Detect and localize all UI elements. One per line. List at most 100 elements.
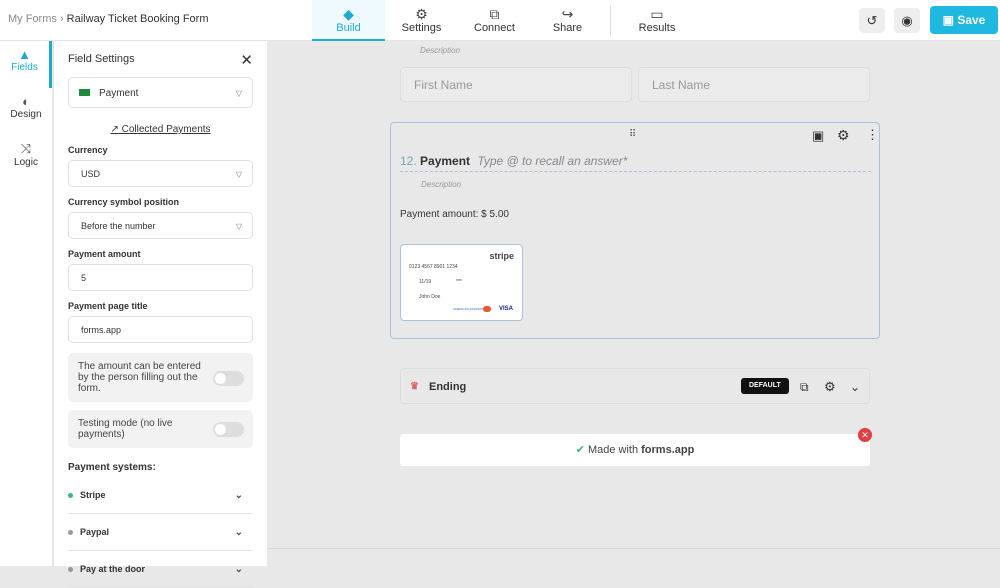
drag-handle-icon[interactable]: ⠿ (629, 129, 636, 140)
made-with-text: Made with (587, 444, 639, 456)
tab-label: Build (336, 22, 361, 34)
question-number: 12. (400, 154, 417, 168)
payment-question-card[interactable]: ⠿ ▣ ⚙ ⋮ 12. Payment Type @ to recall an … (390, 122, 880, 339)
share-icon: ↪ (561, 6, 574, 22)
stripe-logo: stripe (489, 251, 514, 261)
card-number: 0123 4567 8901 1234 (409, 264, 458, 270)
tab-results[interactable]: ▭ Results (617, 0, 697, 41)
ending-label: Ending (429, 381, 467, 393)
copy-icon[interactable]: ⧉ (800, 369, 809, 405)
image-icon[interactable]: ▣ (812, 128, 824, 144)
tab-label: Results (638, 22, 676, 34)
mastercard-logo (483, 306, 491, 312)
toggle-label: Testing mode (no live payments) (78, 418, 173, 440)
breadcrumb: My Forms › Railway Ticket Booking Form (8, 13, 209, 25)
symbol-position-select[interactable]: Before the number ▽ (68, 212, 253, 239)
currency-select[interactable]: USD ▽ (68, 160, 253, 187)
payment-system-stripe[interactable]: Stripe ⌄ (68, 477, 253, 514)
visa-logo: VISA (499, 306, 514, 312)
payment-amount-text: Payment amount: $ 5.00 (400, 209, 509, 220)
toggle-label: The amount can be entered by the person … (78, 361, 201, 394)
first-name-input[interactable]: First Name (400, 67, 632, 102)
field-settings-panel: Field Settings ✕ Payment ▽ ↗ Collected Pay… (54, 41, 267, 588)
tab-settings[interactable]: ⚙ Settings (385, 0, 458, 41)
caret-down-icon: ▽ (235, 222, 242, 231)
layers-icon: ◆ (343, 6, 354, 22)
trophy-icon: ♛ (410, 381, 419, 392)
gear-icon[interactable]: ⚙ (824, 369, 836, 405)
amount-input[interactable]: 5 (68, 264, 253, 291)
eye-icon: ◉ (901, 13, 913, 28)
rail-fields[interactable]: ▲ Fields (0, 41, 52, 88)
system-name: Paypal (80, 527, 110, 537)
rail-label: Logic (14, 157, 38, 168)
field-type-value: Payment (99, 88, 139, 99)
testing-mode-toggle[interactable] (213, 422, 244, 437)
brand-text: forms.app (641, 444, 695, 456)
tab-label: Connect (474, 22, 515, 34)
shuffle-icon: ⤨ (20, 141, 32, 156)
rail-logic[interactable]: ⤨ Logic (0, 135, 52, 182)
tab-label: Share (552, 22, 583, 34)
status-dot (68, 567, 73, 572)
gear-icon[interactable]: ⚙ (837, 127, 850, 144)
chevron-down-icon[interactable]: ⌄ (850, 369, 860, 405)
forms-app-logo-icon: ✔ (575, 444, 585, 456)
left-rail: ▲ Fields ◐ Design ⤨ Logic (0, 41, 53, 566)
description-text: Description (420, 46, 461, 55)
chevron-down-icon: ⌄ (234, 490, 243, 501)
rail-label: Design (10, 109, 42, 120)
card-exp: 11/19 (419, 279, 432, 285)
custom-amount-toggle[interactable] (213, 370, 244, 386)
status-dot (68, 493, 73, 498)
tab-label: Settings (401, 22, 442, 34)
card-name: John Doe (419, 294, 441, 300)
page-title-input[interactable]: forms.app (68, 316, 253, 343)
rail-design[interactable]: ◐ Design (0, 88, 52, 135)
close-icon[interactable]: ✕ (240, 51, 253, 69)
puzzle-icon: ⧉ (489, 6, 500, 22)
field-type-select[interactable]: Payment ▽ (68, 77, 253, 108)
question-description[interactable]: Description (421, 180, 461, 189)
tab-connect[interactable]: ⧉ Connect (458, 0, 531, 41)
link-label: Collected Payments (121, 124, 211, 135)
caret-down-icon: ▽ (235, 170, 242, 179)
rail-label: Fields (11, 62, 38, 73)
question-title[interactable]: Payment (420, 154, 470, 168)
money-icon (79, 89, 90, 96)
history-button[interactable]: ↺ (859, 8, 885, 33)
question-placeholder[interactable]: Type @ to recall an answer* (477, 154, 627, 168)
ending-section[interactable]: ♛ Ending DEFAULT ⧉ ⚙ ⌄ (400, 368, 870, 404)
symbol-position-value: Before the number (81, 221, 156, 231)
chevron-down-icon: ⌄ (234, 564, 243, 575)
breadcrumb-my-forms[interactable]: My Forms (8, 13, 57, 25)
amex-logo: AMERICAN EXPRESS (453, 307, 484, 311)
panel-title: Field Settings (68, 53, 135, 65)
stripe-card-preview: stripe 0123 4567 8901 1234 11/19 *** Joh… (400, 244, 523, 321)
chevron-down-icon: ⌄ (234, 527, 243, 538)
symbol-position-label: Currency symbol position (68, 197, 180, 207)
tab-share[interactable]: ↪ Share (531, 0, 604, 41)
gear-icon: ⚙ (415, 6, 428, 22)
history-icon: ↺ (866, 13, 878, 28)
status-dot (68, 530, 73, 535)
remove-badge-icon[interactable]: ✕ (858, 428, 872, 442)
save-button[interactable]: ▣ Save (930, 6, 998, 34)
more-icon[interactable]: ⋮ (866, 127, 879, 143)
payment-system-door[interactable]: Pay at the door ⌄ (68, 551, 253, 588)
tab-build[interactable]: ◆ Build (312, 0, 385, 41)
breadcrumb-current: Railway Ticket Booking Form (66, 13, 209, 25)
inbox-icon: ▭ (650, 6, 664, 22)
preview-button[interactable]: ◉ (894, 8, 920, 33)
divider (610, 6, 611, 35)
last-name-input[interactable]: Last Name (638, 67, 870, 102)
made-with-badge[interactable]: ✔ Made with forms.app ✕ (400, 428, 872, 466)
external-link-icon: ↗ (110, 124, 119, 135)
currency-label: Currency (68, 145, 108, 155)
default-badge: DEFAULT (741, 378, 789, 394)
card-cvc: *** (456, 279, 462, 285)
collected-payments-link[interactable]: ↗ Collected Payments (68, 124, 253, 135)
save-icon: ▣ (942, 13, 954, 27)
shapes-icon: ▲ (18, 47, 31, 62)
payment-system-paypal[interactable]: Paypal ⌄ (68, 514, 253, 551)
